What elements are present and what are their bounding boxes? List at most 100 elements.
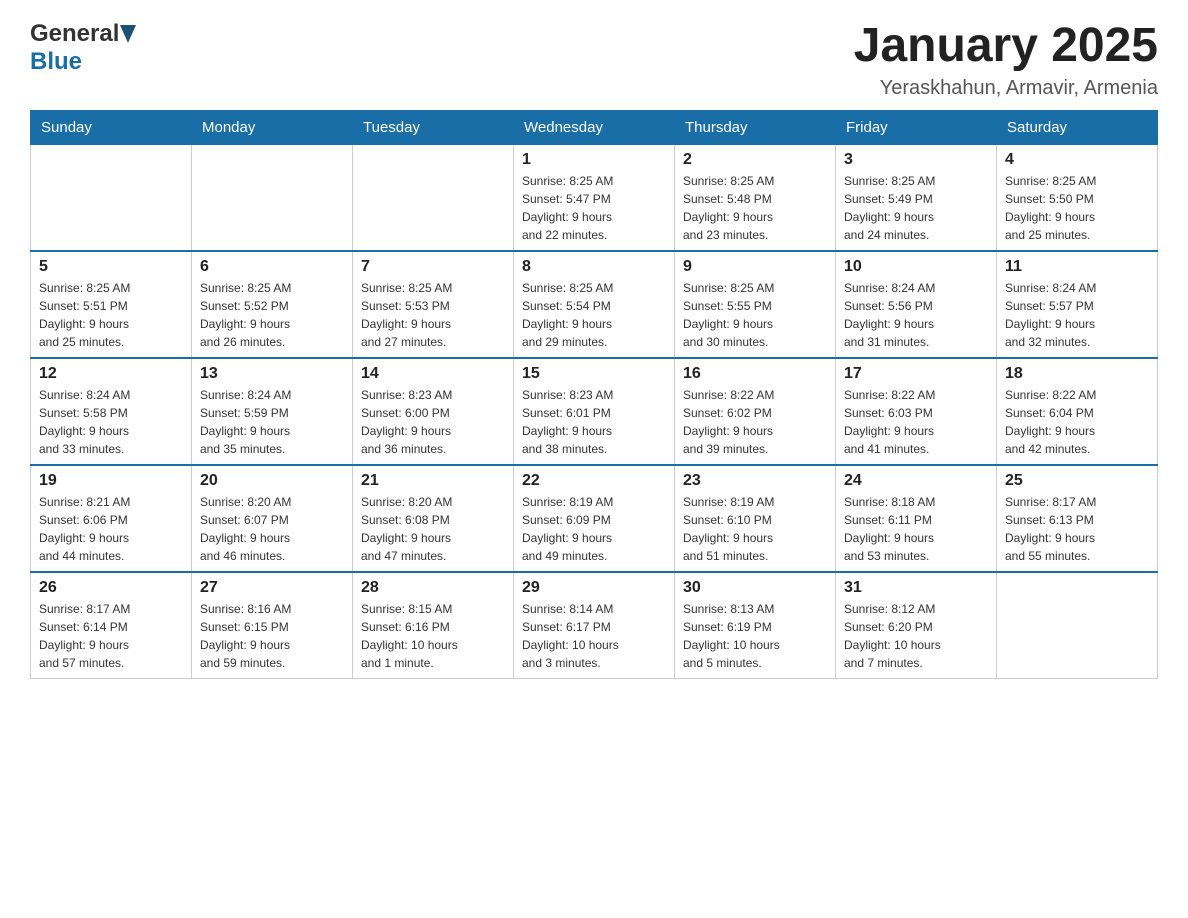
- day-number: 18: [1005, 365, 1149, 383]
- day-number: 11: [1005, 258, 1149, 276]
- day-number: 13: [200, 365, 344, 383]
- calendar-day-cell: 31Sunrise: 8:12 AMSunset: 6:20 PMDayligh…: [836, 572, 997, 679]
- calendar-title: January 2025: [854, 20, 1158, 73]
- calendar-day-cell: 11 Sunrise: 8:24 AMSunset: 5:57 PMDayligh…: [997, 251, 1158, 358]
- calendar-day-cell: 20 Sunrise: 8:20 AMSunset: 6:07 PMDayligh…: [192, 465, 353, 572]
- day-info: Sunrise: 8:25 AMSunset: 5:47 PMDaylight:…: [522, 172, 666, 244]
- day-info: Sunrise: 8:25 AMSunset: 5:52 PMDaylight:…: [200, 279, 344, 351]
- calendar-subtitle: Yeraskhahun, Armavir, Armenia: [854, 77, 1158, 100]
- day-number: 14: [361, 365, 505, 383]
- calendar-day-cell: 21 Sunrise: 8:20 AMSunset: 6:08 PMDayligh…: [353, 465, 514, 572]
- page-header: General Blue January 2025 Yeraskhahun, A…: [30, 20, 1158, 100]
- calendar-week-row: 19Sunrise: 8:21 AMSunset: 6:06 PMDayligh…: [31, 465, 1158, 572]
- calendar-day-cell: 12 Sunrise: 8:24 AMSunset: 5:58 PMDayligh…: [31, 358, 192, 465]
- calendar-header: SundayMondayTuesdayWednesdayThursdayFrid…: [31, 110, 1158, 144]
- calendar-day-cell: 24 Sunrise: 8:18 AMSunset: 6:11 PMDayligh…: [836, 465, 997, 572]
- day-number: 24: [844, 472, 988, 490]
- day-info: Sunrise: 8:19 AMSunset: 6:10 PMDaylight:…: [683, 493, 827, 565]
- calendar-day-cell: 23 Sunrise: 8:19 AMSunset: 6:10 PMDayligh…: [675, 465, 836, 572]
- day-number: 21: [361, 472, 505, 490]
- calendar-day-cell: [31, 144, 192, 251]
- calendar-day-cell: 10 Sunrise: 8:24 AMSunset: 5:56 PMDayligh…: [836, 251, 997, 358]
- day-number: 30: [683, 579, 827, 597]
- weekday-header-wednesday: Wednesday: [514, 110, 675, 144]
- calendar-day-cell: [192, 144, 353, 251]
- day-info: Sunrise: 8:22 AMSunset: 6:03 PMDaylight:…: [844, 386, 988, 458]
- day-number: 29: [522, 579, 666, 597]
- day-info: Sunrise: 8:24 AMSunset: 5:57 PMDaylight:…: [1005, 279, 1149, 351]
- calendar-day-cell: 1 Sunrise: 8:25 AMSunset: 5:47 PMDaylight…: [514, 144, 675, 251]
- calendar-week-row: 5 Sunrise: 8:25 AMSunset: 5:51 PMDaylight…: [31, 251, 1158, 358]
- day-info: Sunrise: 8:25 AMSunset: 5:54 PMDaylight:…: [522, 279, 666, 351]
- day-info: Sunrise: 8:15 AMSunset: 6:16 PMDaylight:…: [361, 600, 505, 672]
- day-number: 5: [39, 258, 183, 276]
- calendar-day-cell: 26Sunrise: 8:17 AMSunset: 6:14 PMDayligh…: [31, 572, 192, 679]
- calendar-day-cell: 4 Sunrise: 8:25 AMSunset: 5:50 PMDaylight…: [997, 144, 1158, 251]
- day-info: Sunrise: 8:21 AMSunset: 6:06 PMDaylight:…: [39, 493, 183, 565]
- day-number: 17: [844, 365, 988, 383]
- weekday-header-sunday: Sunday: [31, 110, 192, 144]
- day-number: 9: [683, 258, 827, 276]
- day-number: 16: [683, 365, 827, 383]
- day-number: 20: [200, 472, 344, 490]
- day-info: Sunrise: 8:24 AMSunset: 5:59 PMDaylight:…: [200, 386, 344, 458]
- day-info: Sunrise: 8:17 AMSunset: 6:13 PMDaylight:…: [1005, 493, 1149, 565]
- day-number: 23: [683, 472, 827, 490]
- day-number: 25: [1005, 472, 1149, 490]
- day-number: 8: [522, 258, 666, 276]
- day-info: Sunrise: 8:25 AMSunset: 5:50 PMDaylight:…: [1005, 172, 1149, 244]
- day-info: Sunrise: 8:25 AMSunset: 5:55 PMDaylight:…: [683, 279, 827, 351]
- calendar-day-cell: 22Sunrise: 8:19 AMSunset: 6:09 PMDayligh…: [514, 465, 675, 572]
- calendar-day-cell: 28 Sunrise: 8:15 AMSunset: 6:16 PMDayligh…: [353, 572, 514, 679]
- day-number: 4: [1005, 151, 1149, 169]
- day-info: Sunrise: 8:16 AMSunset: 6:15 PMDaylight:…: [200, 600, 344, 672]
- day-info: Sunrise: 8:22 AMSunset: 6:04 PMDaylight:…: [1005, 386, 1149, 458]
- calendar-day-cell: 9 Sunrise: 8:25 AMSunset: 5:55 PMDaylight…: [675, 251, 836, 358]
- calendar-day-cell: 16Sunrise: 8:22 AMSunset: 6:02 PMDayligh…: [675, 358, 836, 465]
- day-number: 6: [200, 258, 344, 276]
- calendar-day-cell: 17 Sunrise: 8:22 AMSunset: 6:03 PMDayligh…: [836, 358, 997, 465]
- calendar-day-cell: 2Sunrise: 8:25 AMSunset: 5:48 PMDaylight…: [675, 144, 836, 251]
- title-area: January 2025 Yeraskhahun, Armavir, Armen…: [854, 20, 1158, 100]
- calendar-day-cell: 6 Sunrise: 8:25 AMSunset: 5:52 PMDaylight…: [192, 251, 353, 358]
- day-info: Sunrise: 8:19 AMSunset: 6:09 PMDaylight:…: [522, 493, 666, 565]
- logo-blue-text: Blue: [30, 48, 82, 75]
- day-info: Sunrise: 8:24 AMSunset: 5:58 PMDaylight:…: [39, 386, 183, 458]
- calendar-day-cell: [353, 144, 514, 251]
- day-info: Sunrise: 8:17 AMSunset: 6:14 PMDaylight:…: [39, 600, 183, 672]
- day-number: 10: [844, 258, 988, 276]
- day-info: Sunrise: 8:20 AMSunset: 6:08 PMDaylight:…: [361, 493, 505, 565]
- logo: General Blue: [30, 20, 137, 76]
- day-info: Sunrise: 8:25 AMSunset: 5:51 PMDaylight:…: [39, 279, 183, 351]
- day-number: 15: [522, 365, 666, 383]
- day-number: 12: [39, 365, 183, 383]
- day-info: Sunrise: 8:20 AMSunset: 6:07 PMDaylight:…: [200, 493, 344, 565]
- weekday-header-tuesday: Tuesday: [353, 110, 514, 144]
- day-number: 28: [361, 579, 505, 597]
- calendar-day-cell: 5 Sunrise: 8:25 AMSunset: 5:51 PMDaylight…: [31, 251, 192, 358]
- day-number: 31: [844, 579, 988, 597]
- calendar-table: SundayMondayTuesdayWednesdayThursdayFrid…: [30, 110, 1158, 679]
- calendar-day-cell: 8 Sunrise: 8:25 AMSunset: 5:54 PMDaylight…: [514, 251, 675, 358]
- weekday-header-saturday: Saturday: [997, 110, 1158, 144]
- calendar-day-cell: 7Sunrise: 8:25 AMSunset: 5:53 PMDaylight…: [353, 251, 514, 358]
- day-info: Sunrise: 8:23 AMSunset: 6:01 PMDaylight:…: [522, 386, 666, 458]
- calendar-day-cell: 15 Sunrise: 8:23 AMSunset: 6:01 PMDayligh…: [514, 358, 675, 465]
- weekday-header-monday: Monday: [192, 110, 353, 144]
- day-info: Sunrise: 8:13 AMSunset: 6:19 PMDaylight:…: [683, 600, 827, 672]
- calendar-day-cell: [997, 572, 1158, 679]
- day-info: Sunrise: 8:24 AMSunset: 5:56 PMDaylight:…: [844, 279, 988, 351]
- calendar-day-cell: 18 Sunrise: 8:22 AMSunset: 6:04 PMDayligh…: [997, 358, 1158, 465]
- calendar-day-cell: 19Sunrise: 8:21 AMSunset: 6:06 PMDayligh…: [31, 465, 192, 572]
- calendar-day-cell: 25 Sunrise: 8:17 AMSunset: 6:13 PMDayligh…: [997, 465, 1158, 572]
- day-info: Sunrise: 8:25 AMSunset: 5:53 PMDaylight:…: [361, 279, 505, 351]
- calendar-body: 1 Sunrise: 8:25 AMSunset: 5:47 PMDaylight…: [31, 144, 1158, 678]
- logo-arrow-icon: [120, 25, 136, 43]
- day-number: 3: [844, 151, 988, 169]
- day-info: Sunrise: 8:18 AMSunset: 6:11 PMDaylight:…: [844, 493, 988, 565]
- weekday-header-row: SundayMondayTuesdayWednesdayThursdayFrid…: [31, 110, 1158, 144]
- day-number: 1: [522, 151, 666, 169]
- calendar-day-cell: 3Sunrise: 8:25 AMSunset: 5:49 PMDaylight…: [836, 144, 997, 251]
- day-number: 2: [683, 151, 827, 169]
- calendar-week-row: 1 Sunrise: 8:25 AMSunset: 5:47 PMDaylight…: [31, 144, 1158, 251]
